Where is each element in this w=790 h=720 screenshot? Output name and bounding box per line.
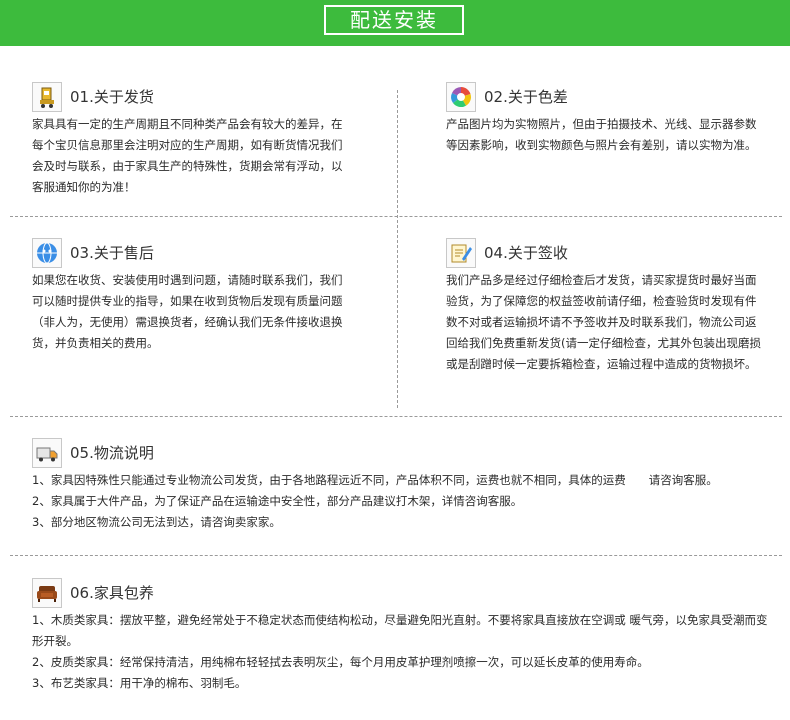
section-delivery: 01.关于发货 家具具有一定的生产周期且不同种类产品会有较大的差异，在每个宝贝信…: [32, 82, 350, 198]
section-header: 03.关于售后: [32, 238, 350, 270]
section-title: 04.关于签收: [484, 244, 568, 262]
sofa-icon: [32, 578, 62, 608]
section-title: 01.关于发货: [70, 88, 154, 106]
sign-pen-icon: [446, 238, 476, 268]
section-header: 02.关于色差: [446, 82, 764, 114]
section-maintenance: 06.家具包养 1、木质类家具：摆放平整，避免经常处于不稳定状态而使结构松动，尽…: [32, 578, 772, 694]
section-header: 06.家具包养: [32, 578, 772, 610]
section-title: 03.关于售后: [70, 244, 154, 262]
section-title: 05.物流说明: [70, 444, 154, 462]
section-title: 02.关于色差: [484, 88, 568, 106]
section-header: 01.关于发货: [32, 82, 350, 114]
section-header: 04.关于签收: [446, 238, 764, 270]
list-item: 2、皮质类家具：经常保持清洁，用纯棉布轻轻拭去表明灰尘，每个月用皮革护理剂喷擦一…: [32, 655, 649, 669]
vertical-divider: [397, 90, 398, 408]
section-text: 如果您在收货、安装使用时遇到问题，请随时联系我们，我们可以随时提供专业的指导，如…: [32, 273, 343, 350]
section-text: 我们产品多是经过仔细检查后才发货，请买家提货时最好当面验货，为了保障您的权益签收…: [446, 273, 761, 371]
support-globe-icon: [32, 238, 62, 268]
divider: [10, 416, 782, 417]
list-item: 3、部分地区物流公司无法到达，请咨询卖家家。: [32, 515, 281, 529]
divider: [10, 555, 782, 556]
section-title: 06.家具包养: [70, 584, 154, 602]
divider: [10, 216, 782, 217]
section-text: 产品图片均为实物照片，但由于拍摄技术、光线、显示器参数等因素影响，收到实物颜色与…: [446, 117, 757, 152]
color-wheel-icon: [446, 82, 476, 112]
section-text: 家具具有一定的生产周期且不同种类产品会有较大的差异，在每个宝贝信息那里会注明对应…: [32, 117, 343, 194]
section-color-diff: 02.关于色差 产品图片均为实物照片，但由于拍摄技术、光线、显示器参数等因素影响…: [446, 82, 764, 156]
list-item: 2、家具属于大件产品，为了保证产品在运输途中安全性，部分产品建议打木架，详情咨询…: [32, 494, 523, 508]
header-banner: 配送安装: [0, 0, 790, 46]
list-item: 3、布艺类家具：用干净的棉布、羽制毛。: [32, 676, 247, 690]
truck-icon: [32, 438, 62, 468]
forklift-icon: [32, 82, 62, 112]
list-item: 1、木质类家具：摆放平整，避免经常处于不稳定状态而使结构松动，尽量避免阳光直射。…: [32, 613, 768, 648]
section-header: 05.物流说明: [32, 438, 772, 470]
section-sign: 04.关于签收 我们产品多是经过仔细检查后才发货，请买家提货时最好当面验货，为了…: [446, 238, 764, 375]
section-logistics: 05.物流说明 1、家具因特殊性只能通过专业物流公司发货，由于各地路程远近不同，…: [32, 438, 772, 533]
section-after-sales: 03.关于售后 如果您在收货、安装使用时遇到问题，请随时联系我们，我们可以随时提…: [32, 238, 350, 354]
list-item: 1、家具因特殊性只能通过专业物流公司发货，由于各地路程远近不同，产品体积不同，运…: [32, 473, 718, 487]
page-title: 配送安装: [324, 5, 464, 35]
